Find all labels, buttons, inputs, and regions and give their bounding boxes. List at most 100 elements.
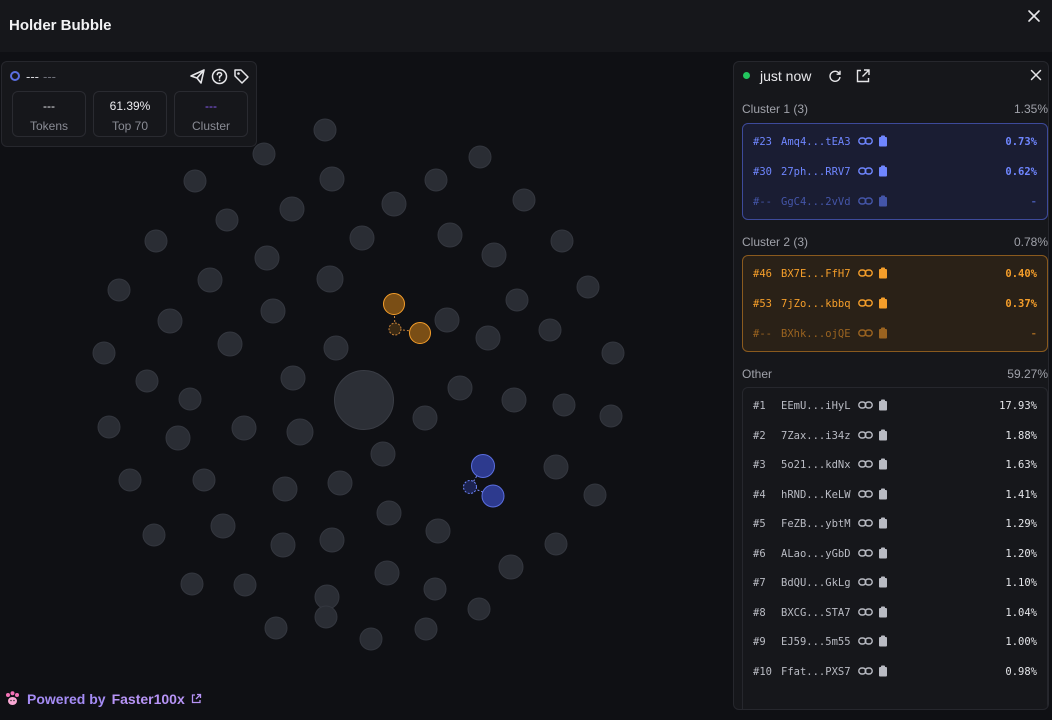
holder-address[interactable]: FeZB...ybtM bbox=[781, 518, 851, 530]
link-icon[interactable] bbox=[858, 297, 873, 309]
holder-address[interactable]: BX7E...FfH7 bbox=[781, 268, 851, 280]
bubble-cluster2-ghost[interactable] bbox=[388, 322, 402, 336]
link-icon[interactable] bbox=[858, 135, 873, 147]
holder-address[interactable]: 5o21...kdNx bbox=[781, 459, 851, 471]
holder-bubble[interactable] bbox=[107, 278, 131, 302]
link-icon[interactable] bbox=[858, 399, 873, 411]
copy-icon[interactable] bbox=[878, 665, 888, 677]
holder-bubble[interactable] bbox=[434, 307, 460, 333]
copy-icon[interactable] bbox=[878, 458, 888, 470]
holder-bubble[interactable] bbox=[374, 560, 400, 586]
holder-bubble[interactable] bbox=[552, 393, 576, 417]
holder-row[interactable]: #4 hRND...KeLW 1.41% bbox=[743, 481, 1047, 511]
link-icon[interactable] bbox=[858, 576, 873, 588]
copy-icon[interactable] bbox=[878, 399, 888, 411]
external-link-icon[interactable] bbox=[191, 693, 202, 704]
holder-address[interactable]: EJ59...5m55 bbox=[781, 636, 851, 648]
holder-bubble[interactable] bbox=[118, 468, 142, 492]
bubble-cluster1-ghost[interactable] bbox=[463, 480, 477, 494]
holder-bubble[interactable] bbox=[97, 415, 121, 439]
cluster-2-header[interactable]: Cluster 2 (3) 0.78% bbox=[742, 235, 1048, 249]
holder-bubble[interactable] bbox=[231, 415, 257, 441]
bubble-cluster1-23[interactable] bbox=[471, 454, 495, 478]
link-icon[interactable] bbox=[858, 665, 873, 677]
holder-bubble[interactable] bbox=[481, 242, 507, 268]
copy-icon[interactable] bbox=[878, 547, 888, 559]
holder-bubble[interactable] bbox=[135, 369, 159, 393]
copy-icon[interactable] bbox=[878, 488, 888, 500]
copy-icon[interactable] bbox=[878, 429, 888, 441]
holder-bubble[interactable] bbox=[252, 142, 276, 166]
holder-row[interactable]: #2 7Zax...i34z 1.88% bbox=[743, 422, 1047, 452]
holder-address[interactable]: BXhk...ojQE bbox=[781, 328, 851, 340]
holder-bubble[interactable] bbox=[414, 617, 438, 641]
holder-bubble[interactable] bbox=[376, 500, 402, 526]
holder-bubble[interactable] bbox=[501, 387, 527, 413]
cluster-1-header[interactable]: Cluster 1 (3) 1.35% bbox=[742, 102, 1048, 116]
holder-bubble[interactable] bbox=[599, 404, 623, 428]
link-icon[interactable] bbox=[858, 635, 873, 647]
holder-bubble[interactable] bbox=[260, 298, 286, 324]
holder-bubble[interactable] bbox=[319, 527, 345, 553]
holder-bubble[interactable] bbox=[197, 267, 223, 293]
send-icon[interactable] bbox=[189, 68, 206, 85]
holder-bubble[interactable] bbox=[447, 375, 473, 401]
link-icon[interactable] bbox=[858, 606, 873, 618]
holder-bubble[interactable] bbox=[576, 275, 600, 299]
holder-bubble[interactable] bbox=[316, 265, 344, 293]
holder-bubble[interactable] bbox=[217, 331, 243, 357]
holder-bubble[interactable] bbox=[424, 168, 448, 192]
holder-row[interactable]: #6 ALao...yGbD 1.20% bbox=[743, 540, 1047, 570]
holder-bubble[interactable] bbox=[313, 118, 337, 142]
holder-row[interactable]: #7 BdQU...GkLg 1.10% bbox=[743, 569, 1047, 599]
holder-row[interactable]: #8 BXCG...STA7 1.04% bbox=[743, 599, 1047, 629]
powered-by[interactable]: Powered by Faster100x bbox=[4, 690, 202, 707]
bubble-cluster2-46[interactable] bbox=[383, 293, 405, 315]
holder-row[interactable]: #-- GgC4...2vVd - bbox=[743, 188, 1047, 218]
powered-brand-link[interactable]: Faster100x bbox=[112, 691, 185, 707]
refresh-icon[interactable] bbox=[828, 69, 842, 83]
holder-bubble[interactable] bbox=[437, 222, 463, 248]
holder-bubble[interactable] bbox=[192, 468, 216, 492]
link-icon[interactable] bbox=[858, 267, 873, 279]
holder-bubble[interactable] bbox=[279, 196, 305, 222]
holder-bubble[interactable] bbox=[349, 225, 375, 251]
copy-icon[interactable] bbox=[878, 135, 888, 147]
holder-bubble[interactable] bbox=[233, 573, 257, 597]
holder-bubble[interactable] bbox=[92, 341, 116, 365]
holder-address[interactable]: 7Zax...i34z bbox=[781, 430, 851, 442]
holder-bubble[interactable] bbox=[264, 616, 288, 640]
holder-address[interactable]: ALao...yGbD bbox=[781, 548, 851, 560]
close-icon[interactable] bbox=[1026, 8, 1042, 24]
holder-bubble[interactable] bbox=[210, 513, 236, 539]
link-icon[interactable] bbox=[858, 165, 873, 177]
holder-address[interactable]: 27ph...RRV7 bbox=[781, 166, 851, 178]
holder-bubble[interactable] bbox=[286, 418, 314, 446]
holder-bubble[interactable] bbox=[505, 288, 529, 312]
holder-bubble[interactable] bbox=[272, 476, 298, 502]
link-icon[interactable] bbox=[858, 327, 873, 339]
holder-bubble[interactable] bbox=[467, 597, 491, 621]
link-icon[interactable] bbox=[858, 517, 873, 529]
holder-address[interactable]: GgC4...2vVd bbox=[781, 196, 851, 208]
holder-bubble[interactable] bbox=[544, 532, 568, 556]
holder-bubble[interactable] bbox=[550, 229, 574, 253]
holder-address[interactable]: Ffat...PXS7 bbox=[781, 666, 851, 678]
holder-address[interactable]: BXCG...STA7 bbox=[781, 607, 851, 619]
holder-bubble[interactable] bbox=[314, 605, 338, 629]
close-icon[interactable] bbox=[1030, 69, 1042, 81]
holder-bubble[interactable] bbox=[370, 441, 396, 467]
holder-bubble[interactable] bbox=[323, 335, 349, 361]
holder-bubble[interactable] bbox=[314, 584, 340, 610]
holder-bubble[interactable] bbox=[381, 191, 407, 217]
copy-icon[interactable] bbox=[878, 517, 888, 529]
holder-row[interactable]: #30 27ph...RRV7 0.62% bbox=[743, 158, 1047, 188]
holder-address[interactable]: 7jZo...kbbq bbox=[781, 298, 851, 310]
holder-row[interactable]: #5 FeZB...ybtM 1.29% bbox=[743, 510, 1047, 540]
holder-row[interactable]: #23 Amq4...tEA3 0.73% bbox=[743, 128, 1047, 158]
holder-bubble[interactable] bbox=[359, 627, 383, 651]
holder-row[interactable]: #53 7jZo...kbbq 0.37% bbox=[743, 290, 1047, 320]
copy-icon[interactable] bbox=[878, 606, 888, 618]
holder-bubble[interactable] bbox=[601, 341, 625, 365]
holder-bubble[interactable] bbox=[512, 188, 536, 212]
